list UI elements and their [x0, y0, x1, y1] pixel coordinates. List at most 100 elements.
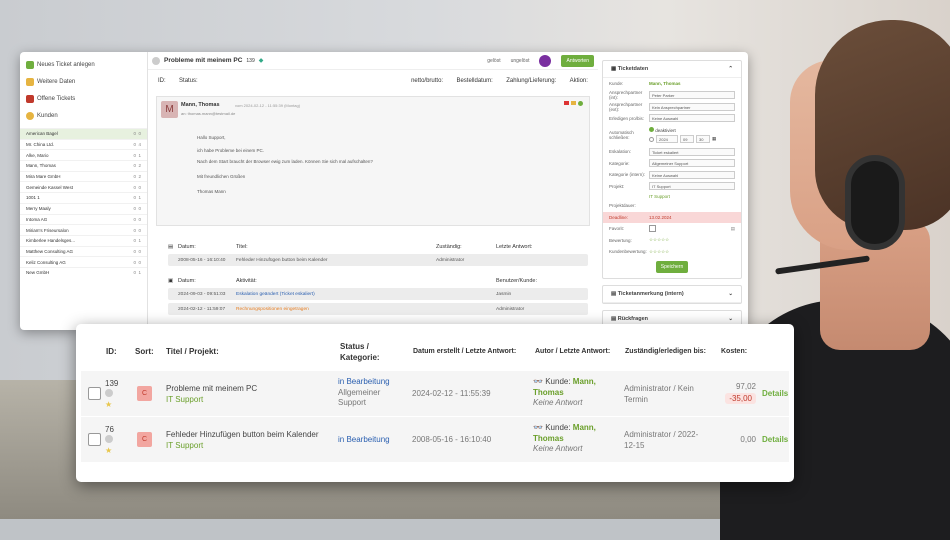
ticket-title-link[interactable]: Fehleder Hinzufügen button beim Kalender — [166, 429, 319, 440]
customer-name: Mann, Thomas — [26, 163, 56, 169]
answer-button[interactable]: Antworten — [561, 54, 594, 67]
col-net: netto/brutto: — [411, 78, 444, 84]
customer-name: Keliz Consulting AG — [26, 259, 66, 265]
radio-date[interactable] — [649, 136, 654, 142]
month-select[interactable]: 09 — [680, 135, 694, 143]
ticket-status[interactable]: in Bearbeitung — [338, 377, 408, 388]
status-dot-icon — [105, 389, 113, 397]
ticket-topbar: Probleme mit meinem PC 139 ◆ gelöst unge… — [148, 52, 598, 70]
message-line: Thomas Mann — [197, 189, 226, 194]
customer-rating-stars[interactable]: ☆☆☆☆☆ — [649, 249, 669, 255]
customer-list-item[interactable]: Kimberlee Handelsges... 0 1 — [20, 234, 147, 246]
star-icon[interactable]: ★ — [105, 400, 118, 410]
chevron-up-icon[interactable]: ⌃ — [728, 66, 733, 72]
save-button[interactable]: Speichern — [655, 260, 689, 273]
customer-list-item[interactable]: Miriam's Friseursalon 0 0 — [20, 224, 147, 235]
calendar-icon[interactable]: ▦ — [712, 136, 716, 142]
user-avatar-icon[interactable] — [539, 54, 552, 67]
day-select[interactable]: 30 — [696, 135, 710, 143]
related-row[interactable]: 2008-05-16 - 16:10:40 Fehleder Hinzufüge… — [168, 254, 588, 266]
customer-count-b: 4 — [138, 142, 141, 148]
customer-list-item[interactable]: Keliz Consulting AG 0 0 — [20, 256, 147, 267]
status-solved-link[interactable]: gelöst — [487, 58, 500, 64]
row-checkbox[interactable] — [88, 387, 101, 400]
sidebar-customers[interactable]: Kunden — [26, 107, 141, 124]
list-icon: ▤ — [168, 244, 174, 250]
customer-list-item[interactable]: Intoma AG 0 0 — [20, 213, 147, 225]
customer-list-item[interactable]: Mann, Thomas 0 2 — [20, 160, 147, 171]
year-select[interactable]: 2024 — [656, 135, 678, 143]
th-cost: Kosten: — [721, 348, 748, 355]
radio-deactivated[interactable] — [649, 127, 654, 132]
category-int-select[interactable]: Keine Auswahl — [649, 170, 735, 179]
field-project-period: Projektdauer: — [609, 203, 636, 209]
customer-count-b: 0 — [138, 216, 141, 222]
field-favorite: Favorit: ▤ — [609, 225, 735, 233]
field-category-int: Kategorie (intern): Keine Auswahl — [603, 169, 741, 181]
customer-list-item[interactable]: Merry Maaly 0 0 — [20, 202, 147, 214]
row-checkbox[interactable] — [88, 433, 101, 446]
customer-count-b: 1 — [138, 152, 141, 158]
contact-ext-select[interactable]: Kein Ansprechpartner — [649, 102, 735, 111]
status-unsolved-link[interactable]: ungelöst — [511, 58, 530, 64]
customer-name: Mr. China Ltd. — [26, 142, 55, 148]
star-icon[interactable]: ★ — [105, 446, 114, 456]
customer-list-item[interactable]: 1001 1 0 1 — [20, 192, 147, 203]
customer-list-item[interactable]: Mira Mare GmbH 0 2 — [20, 170, 147, 182]
note-icon: ▤ — [611, 290, 617, 297]
ticket-header-row: ID: Status: netto/brutto: Bestelldatum: … — [148, 70, 598, 92]
customer-list-item[interactable]: Mr. China Ltd. 0 4 — [20, 138, 147, 150]
customer-name: Merry Maaly — [26, 206, 51, 212]
message-flags — [564, 101, 583, 106]
ticket-project[interactable]: IT Support — [166, 440, 319, 451]
document-icon[interactable]: ▤ — [731, 226, 735, 232]
due-select[interactable]: Keine Auswahl — [649, 114, 735, 123]
field-customer: Kunde: Mann, Thomas — [609, 81, 681, 87]
chevron-down-icon: ⌄ — [728, 290, 733, 297]
glasses-icon: 👓 — [533, 423, 543, 432]
customer-name: American Bagel — [26, 131, 58, 137]
category-select[interactable]: Allgemeiner Support — [649, 159, 735, 168]
ticket-row[interactable]: 76 ★ C Fehleder Hinzufügen button beim K… — [81, 417, 789, 462]
customer-name: Intoma AG — [26, 216, 48, 222]
ticket-title-link[interactable]: Probleme mit meinem PC — [166, 383, 257, 394]
favorite-checkbox[interactable] — [649, 225, 656, 233]
field-deadline: Deadline: 13.02.2024 — [603, 211, 741, 223]
project-select[interactable]: IT Support — [649, 182, 735, 191]
ticket-cost: 0,00 — [740, 435, 756, 444]
status-dot-icon — [152, 56, 160, 65]
customer-count-a: 0 — [133, 227, 136, 233]
ticket-project[interactable]: IT Support — [166, 394, 257, 405]
field-rating: Bewertung: ☆☆☆☆☆ — [609, 237, 670, 243]
customer-list-item[interactable]: Alke, Mario 0 1 — [20, 149, 147, 160]
ticket-row[interactable]: 139 ★ C Probleme mit meinem PC IT Suppor… — [81, 371, 789, 416]
escalation-select[interactable]: Ticket eskaliert — [649, 147, 735, 156]
message-line: Mit freundlichen Grüßen — [197, 174, 246, 179]
customer-count-a: 0 — [133, 142, 136, 148]
customer-count-a: 0 — [133, 195, 136, 201]
customer-count-b: 0 — [138, 227, 141, 233]
ticket-author-note: Keine Antwort — [533, 444, 583, 453]
rating-stars[interactable]: ☆☆☆☆☆ — [649, 237, 669, 243]
customer-list-item[interactable]: Matthew Consulting AG 0 0 — [20, 245, 147, 257]
customer-list-item[interactable]: American Bagel 0 0 — [20, 128, 147, 139]
customer-count-b: 2 — [138, 163, 141, 169]
details-link[interactable]: Details — [762, 389, 788, 398]
flag-icon — [571, 101, 576, 105]
sidebar-new-ticket[interactable]: Neues Ticket anlegen — [26, 56, 141, 73]
customer-list-item[interactable]: Gemeinde Kassel West 0 0 — [20, 181, 147, 192]
details-link[interactable]: Details — [762, 435, 788, 444]
customer-list-item[interactable]: New GmbH 0 1 — [20, 266, 147, 278]
ticket-status[interactable]: in Bearbeitung — [338, 435, 390, 444]
internal-note-box[interactable]: ▤ Ticketanmerkung (intern) ⌄ — [602, 284, 742, 304]
customer-name: Miriam's Friseursalon — [26, 227, 69, 233]
contact-int-select[interactable]: Peter Parker — [649, 91, 735, 100]
help-icon[interactable] — [578, 101, 583, 106]
message-line: Nach dem Start braucht der Browser ewig … — [197, 159, 373, 164]
ticket-category: Allgemeiner Support — [338, 387, 381, 408]
field-contact-int: Ansprechpartner (int): Peter Parker — [603, 90, 741, 102]
sidebar-more-data[interactable]: Weitere Daten — [26, 73, 141, 90]
message-line: Hallo Support, — [197, 135, 226, 140]
sidebar-open-tickets[interactable]: Offene Tickets — [26, 90, 141, 107]
deadline-value[interactable]: 13.02.2024 — [649, 215, 672, 220]
